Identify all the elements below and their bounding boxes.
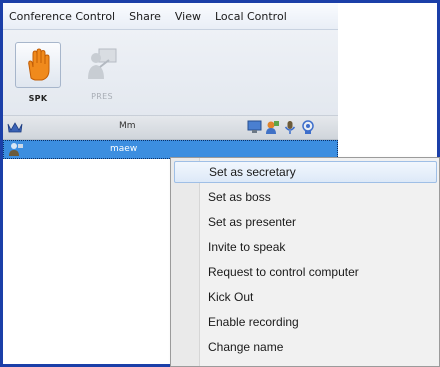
participant-list-header: Mm — [3, 116, 338, 140]
pres-button-box[interactable] — [80, 42, 124, 86]
menu-item-set-as-boss[interactable]: Set as boss — [174, 186, 437, 208]
monitor-icon — [247, 120, 262, 133]
spk-button[interactable]: SPK — [13, 42, 63, 110]
microphone-icon — [284, 121, 296, 134]
menu-item-request-control[interactable]: Request to control computer — [174, 261, 437, 283]
menu-share[interactable]: Share — [122, 10, 168, 23]
camera-icon — [302, 120, 314, 134]
menu-item-set-as-secretary[interactable]: Set as secretary — [174, 161, 437, 183]
menu-conference-control[interactable]: Conference Control — [3, 10, 122, 23]
menu-item-kick-out[interactable]: Kick Out — [174, 286, 437, 308]
crown-icon — [7, 122, 23, 133]
raised-hand-icon — [28, 48, 50, 81]
toolbar: SPK PRES — [3, 30, 338, 116]
presenter-badge-icon — [266, 121, 279, 134]
pres-label: PRES — [91, 92, 113, 101]
menu-item-set-as-presenter[interactable]: Set as presenter — [174, 211, 437, 233]
pres-button[interactable]: PRES — [77, 42, 127, 110]
participant-icon — [9, 143, 23, 156]
menu-item-enable-recording[interactable]: Enable recording — [174, 311, 437, 333]
menu-item-change-name[interactable]: Change name — [174, 336, 437, 358]
presenter-icon — [88, 48, 117, 79]
spk-button-box[interactable] — [15, 42, 61, 88]
context-menu: Set as secretary Set as boss Set as pres… — [170, 157, 440, 367]
menu-local-control[interactable]: Local Control — [208, 10, 294, 23]
spk-label: SPK — [28, 94, 48, 103]
participant-name: maew — [110, 144, 138, 154]
name-column-header[interactable]: Mm — [119, 121, 136, 131]
menu-view[interactable]: View — [168, 10, 208, 23]
menu-item-invite-to-speak[interactable]: Invite to speak — [174, 236, 437, 258]
menu-bar: Conference Control Share View Local Cont… — [3, 3, 338, 30]
